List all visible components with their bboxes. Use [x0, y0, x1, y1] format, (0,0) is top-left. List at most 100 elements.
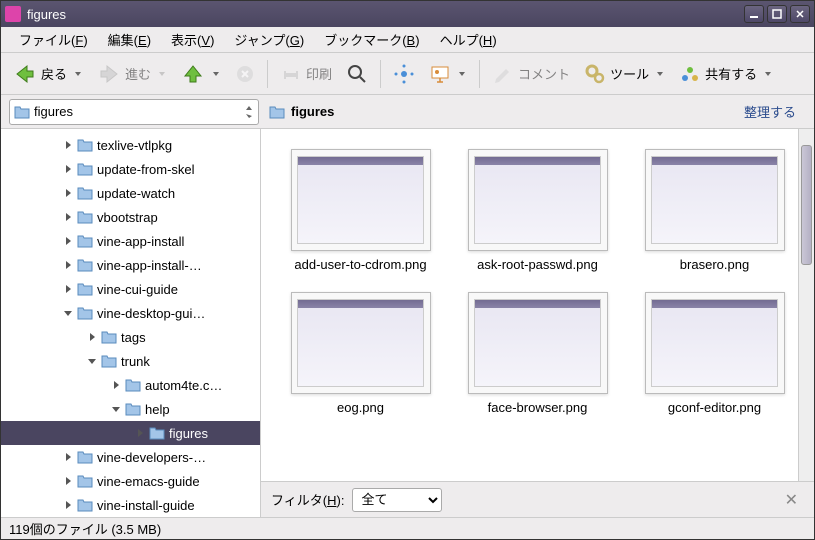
gear-icon [584, 63, 606, 85]
tree-item[interactable]: vine-developers-… [1, 445, 260, 469]
up-icon [181, 62, 205, 86]
icon-view[interactable]: add-user-to-cdrom.png ask-root-passwd.png… [261, 129, 814, 481]
share-button[interactable]: 共有する [673, 59, 779, 89]
close-button[interactable] [790, 5, 810, 23]
tree-item[interactable]: trunk [1, 349, 260, 373]
tree-item[interactable]: vine-emacs-guide [1, 469, 260, 493]
tree-item-label: figures [169, 426, 208, 441]
stop-icon [235, 64, 255, 84]
thumbnail [468, 149, 608, 251]
file-item[interactable]: eog.png [277, 288, 444, 421]
back-button[interactable]: 戻る [7, 58, 89, 90]
thumbnail [468, 292, 608, 394]
expander-icon[interactable] [61, 452, 75, 462]
tree-item[interactable]: autom4te.c… [1, 373, 260, 397]
expander-icon[interactable] [61, 308, 75, 318]
main-area: texlive-vtlpkg update-from-skel update-wat… [1, 129, 814, 517]
file-name: gconf-editor.png [668, 400, 761, 417]
tree-item-label: tags [121, 330, 146, 345]
file-item[interactable]: face-browser.png [454, 288, 621, 421]
tree-item[interactable]: vine-cui-guide [1, 277, 260, 301]
stop-button[interactable] [229, 60, 261, 88]
statusbar: 119個のファイル (3.5 MB) [1, 517, 814, 539]
up-button[interactable] [175, 58, 227, 90]
menubar: ファイル(F) 編集(E) 表示(V) ジャンプ(G) ブックマーク(B) ヘル… [1, 27, 814, 53]
tree-item[interactable]: vine-app-install-… [1, 253, 260, 277]
file-item[interactable]: brasero.png [631, 145, 798, 278]
filter-close-button[interactable]: ✕ [779, 488, 804, 512]
expander-icon[interactable] [61, 236, 75, 246]
tool-button-2[interactable] [423, 59, 473, 89]
comment-button[interactable]: コメント [486, 59, 576, 89]
tree-item-label: help [145, 402, 170, 417]
sidebar-tree[interactable]: texlive-vtlpkg update-from-skel update-wat… [1, 129, 261, 517]
expander-icon[interactable] [109, 380, 123, 390]
menu-file[interactable]: ファイル(F) [9, 27, 98, 52]
expander-icon[interactable] [133, 428, 147, 438]
dropdown-icon [457, 69, 467, 79]
menu-edit[interactable]: 編集(E) [98, 27, 161, 52]
tree-item[interactable]: update-from-skel [1, 157, 260, 181]
tree-item-label: vine-emacs-guide [97, 474, 200, 489]
scroll-thumb[interactable] [801, 145, 812, 265]
forward-button[interactable]: 進む [91, 58, 173, 90]
minimize-button[interactable] [744, 5, 764, 23]
expander-icon[interactable] [61, 164, 75, 174]
tree-item-label: update-from-skel [97, 162, 195, 177]
file-name: face-browser.png [488, 400, 588, 417]
print-button[interactable]: 印刷 [274, 59, 338, 89]
search-button[interactable] [340, 59, 374, 89]
tree-item-label: trunk [121, 354, 150, 369]
expander-icon[interactable] [85, 356, 99, 366]
menu-help[interactable]: ヘルプ(H) [430, 27, 507, 52]
tree-item[interactable]: help [1, 397, 260, 421]
presentation-icon [429, 63, 451, 85]
content-pane: add-user-to-cdrom.png ask-root-passwd.png… [261, 129, 814, 517]
maximize-button[interactable] [767, 5, 787, 23]
tree-item[interactable]: vbootstrap [1, 205, 260, 229]
vertical-scrollbar[interactable] [798, 129, 814, 481]
menu-view[interactable]: 表示(V) [161, 27, 224, 52]
filter-bar: フィルタ(H): 全て ✕ [261, 481, 814, 517]
expander-icon[interactable] [85, 332, 99, 342]
tree-item-label: vine-cui-guide [97, 282, 178, 297]
expander-icon[interactable] [61, 188, 75, 198]
toolbar: 戻る 進む 印刷 [1, 53, 814, 95]
tree-item[interactable]: vine-app-install [1, 229, 260, 253]
tree-item[interactable]: texlive-vtlpkg [1, 133, 260, 157]
tree-item[interactable]: update-watch [1, 181, 260, 205]
organize-link[interactable]: 整理する [744, 102, 796, 121]
breadcrumb-label: figures [291, 104, 334, 119]
tree-item[interactable]: vine-desktop-gui… [1, 301, 260, 325]
menu-bookmarks[interactable]: ブックマーク(B) [314, 27, 429, 52]
file-item[interactable]: add-user-to-cdrom.png [277, 145, 444, 278]
tree-item[interactable]: figures [1, 421, 260, 445]
file-item[interactable]: ask-root-passwd.png [454, 145, 621, 278]
path-input[interactable] [34, 104, 244, 119]
tree-item[interactable]: tags [1, 325, 260, 349]
print-icon [280, 63, 302, 85]
tree-item[interactable]: vine-install-guide [1, 493, 260, 517]
expander-icon[interactable] [61, 284, 75, 294]
tool-menu-button[interactable]: ツール [578, 59, 671, 89]
menu-go[interactable]: ジャンプ(G) [224, 27, 314, 52]
dropdown-icon [211, 69, 221, 79]
file-name: ask-root-passwd.png [477, 257, 598, 274]
expander-icon[interactable] [61, 476, 75, 486]
expander-icon[interactable] [61, 140, 75, 150]
tree-item-label: vine-install-guide [97, 498, 195, 513]
filter-select[interactable]: 全て [352, 488, 442, 512]
expander-icon[interactable] [61, 260, 75, 270]
path-field[interactable] [9, 99, 259, 125]
location-bar: figures 整理する [1, 95, 814, 129]
share-icon [679, 63, 701, 85]
expander-icon[interactable] [109, 404, 123, 414]
file-item[interactable]: gconf-editor.png [631, 288, 798, 421]
folder-icon [14, 105, 30, 119]
tool-button-1[interactable] [387, 59, 421, 89]
expander-icon[interactable] [61, 212, 75, 222]
spin-up-icon[interactable] [244, 104, 254, 112]
expander-icon[interactable] [61, 500, 75, 510]
tree-item-label: texlive-vtlpkg [97, 138, 172, 153]
spin-down-icon[interactable] [244, 112, 254, 120]
